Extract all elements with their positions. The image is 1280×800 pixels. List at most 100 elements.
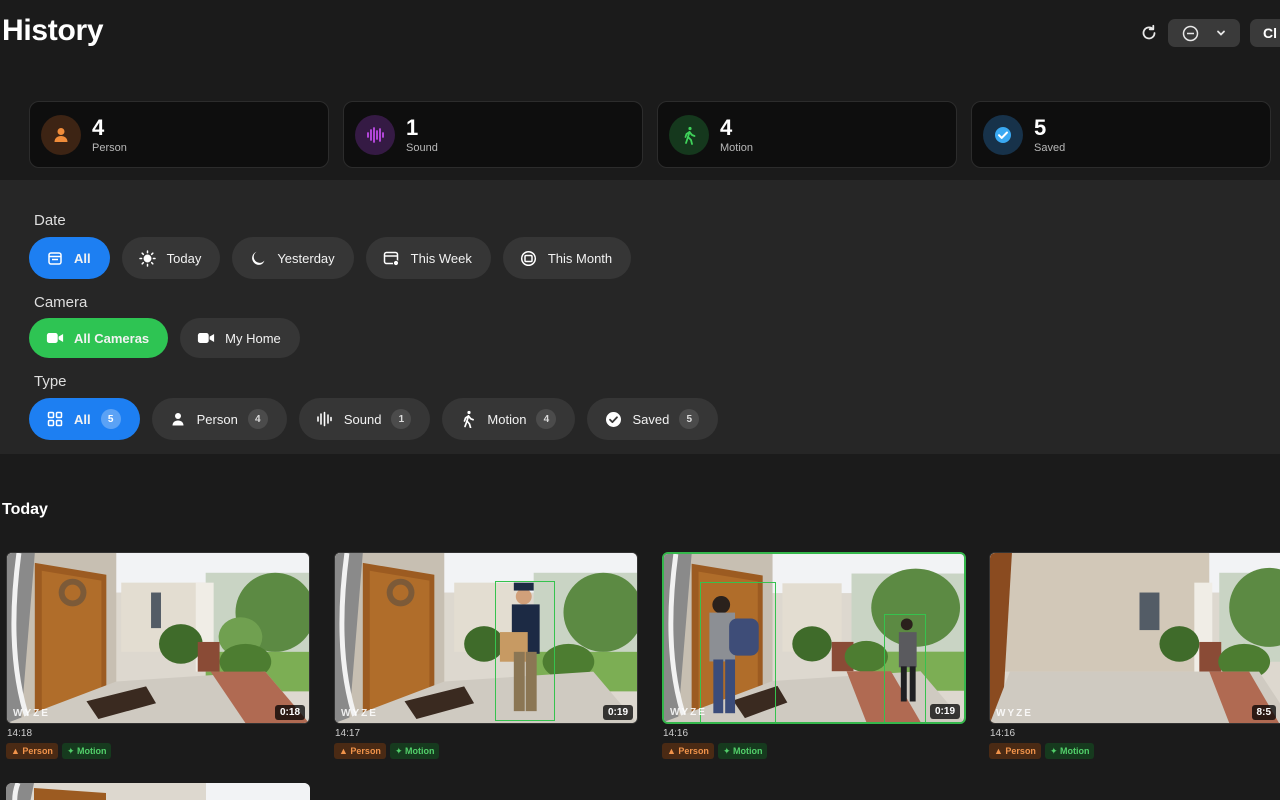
- chip-label: My Home: [225, 330, 281, 346]
- chip-label: Today: [166, 250, 202, 266]
- calendar-month-icon: [520, 249, 538, 267]
- checkmark-icon: [983, 114, 1023, 155]
- refresh-icon: [1142, 24, 1156, 40]
- moon-icon: [249, 249, 267, 267]
- calendar-icon: [46, 249, 64, 267]
- stat-count: 4: [92, 114, 105, 140]
- camera-watermark: WYZE: [13, 708, 50, 719]
- video-camera-icon: [46, 329, 64, 347]
- stat-count: 1: [406, 114, 419, 140]
- event-time: 14:18: [7, 728, 33, 739]
- person-icon: [169, 410, 187, 428]
- person-detection-box: [884, 614, 926, 722]
- tag-person: ▲ Person: [334, 743, 386, 759]
- chip-label: This Week: [410, 250, 472, 266]
- stat-count: 5: [1034, 114, 1047, 140]
- type-filter-person[interactable]: Person 4: [151, 398, 287, 440]
- date-filter-this-week[interactable]: This Week: [365, 237, 491, 279]
- event-card-partial[interactable]: [6, 783, 310, 800]
- grid-icon: [46, 410, 64, 428]
- camera-watermark: WYZE: [670, 707, 707, 718]
- event-time: 14:16: [663, 728, 689, 739]
- chip-label: All: [74, 411, 91, 427]
- chip-label: Sound: [343, 411, 382, 427]
- duration-badge: 0:19: [602, 705, 633, 720]
- refresh-button[interactable]: [1136, 19, 1162, 47]
- event-thumbnail[interactable]: WYZE 0:19: [662, 552, 966, 724]
- sound-wave-icon: [355, 114, 395, 155]
- porch-camera-image: [335, 553, 637, 723]
- date-filter-yesterday[interactable]: Yesterday: [232, 237, 354, 279]
- stat-card-sound[interactable]: 1 Sound: [343, 101, 643, 168]
- event-card[interactable]: WYZE 8:5 14:16 ▲ Person ✦ Motion: [989, 552, 1280, 759]
- count-badge: 5: [679, 409, 700, 429]
- stat-label: Motion: [720, 141, 754, 154]
- chip-label: All Cameras: [74, 330, 150, 346]
- walking-icon: [669, 114, 709, 155]
- close-button[interactable]: Cl: [1250, 19, 1280, 47]
- porch-camera-image: [6, 783, 310, 800]
- chevron-down-icon: [1216, 30, 1225, 36]
- event-thumbnail[interactable]: WYZE 8:5: [989, 552, 1280, 724]
- duration-badge: 0:18: [274, 705, 305, 720]
- camera-watermark: WYZE: [341, 708, 378, 719]
- date-filter-this-month[interactable]: This Month: [502, 237, 632, 279]
- type-filter-label: Type: [34, 373, 67, 390]
- walking-icon: [459, 410, 477, 428]
- camera-filter-all-cameras[interactable]: All Cameras: [29, 318, 169, 358]
- camera-filter-my-home[interactable]: My Home: [180, 318, 300, 358]
- event-time: 14:17: [335, 728, 361, 739]
- stats-bar: 4 Person 1 Sound 4 Motion 5 Saved: [29, 101, 1272, 168]
- date-filter-label: Date: [34, 212, 66, 229]
- tag-motion: ✦ Motion: [1044, 743, 1095, 759]
- date-filter-all[interactable]: All: [29, 237, 110, 279]
- section-heading-today: Today: [2, 501, 48, 518]
- event-thumbnail[interactable]: WYZE 0:19: [334, 552, 638, 724]
- more-options-dropdown[interactable]: [1168, 19, 1240, 47]
- duration-badge: 8:5: [1251, 705, 1276, 720]
- porch-camera-image: [990, 553, 1280, 723]
- event-card[interactable]: WYZE 0:19 14:17 ▲ Person ✦ Motion: [334, 552, 638, 759]
- type-filter-row: All 5 Person 4 Sound 1 Motion 4 Saved 5: [29, 398, 719, 440]
- calendar-week-icon: [383, 249, 401, 267]
- event-tags: ▲ Person ✦ Motion: [662, 743, 966, 759]
- checkmark-circle-icon: [604, 410, 622, 428]
- chip-label: Motion: [487, 411, 527, 427]
- type-filter-sound[interactable]: Sound 1: [298, 398, 431, 440]
- tag-person: ▲ Person: [662, 743, 714, 759]
- event-tags: ▲ Person ✦ Motion: [989, 743, 1280, 759]
- tag-motion: ✦ Motion: [389, 743, 440, 759]
- chip-label: Yesterday: [277, 250, 335, 266]
- stat-card-motion[interactable]: 4 Motion: [657, 101, 957, 168]
- type-filter-all[interactable]: All 5: [29, 398, 140, 440]
- event-card[interactable]: WYZE 0:18 14:18 ▲ Person ✦ Motion: [6, 552, 310, 759]
- chip-label: Person: [196, 411, 238, 427]
- stat-label: Saved: [1034, 141, 1066, 154]
- tag-person: ▲ Person: [6, 743, 58, 759]
- count-badge: 4: [536, 409, 557, 429]
- filter-panel: Date All Today Yesterday This Week This …: [0, 180, 1280, 454]
- chip-label: All: [74, 250, 91, 266]
- sound-wave-icon: [316, 410, 334, 428]
- porch-camera-image: [7, 553, 309, 723]
- event-tags: ▲ Person ✦ Motion: [334, 743, 638, 759]
- date-filter-today[interactable]: Today: [121, 237, 221, 279]
- video-camera-icon: [197, 329, 215, 347]
- stat-card-saved[interactable]: 5 Saved: [971, 101, 1271, 168]
- camera-filter-row: All Cameras My Home: [29, 318, 300, 358]
- event-card-selected[interactable]: WYZE 0:19 14:16 ▲ Person ✦ Motion: [662, 552, 966, 759]
- page-title: History: [2, 14, 104, 47]
- event-thumbnail[interactable]: WYZE 0:18: [6, 552, 310, 724]
- chip-label: This Month: [547, 250, 613, 266]
- tag-motion: ✦ Motion: [61, 743, 112, 759]
- count-badge: 5: [100, 409, 121, 429]
- type-filter-motion[interactable]: Motion 4: [442, 398, 576, 440]
- stat-count: 4: [720, 114, 733, 140]
- event-time: 14:16: [990, 728, 1016, 739]
- duration-badge: 0:19: [929, 704, 960, 719]
- stat-card-person[interactable]: 4 Person: [29, 101, 329, 168]
- person-icon: [41, 114, 81, 155]
- person-detection-box: [495, 581, 555, 721]
- event-tags: ▲ Person ✦ Motion: [6, 743, 310, 759]
- type-filter-saved[interactable]: Saved 5: [587, 398, 719, 440]
